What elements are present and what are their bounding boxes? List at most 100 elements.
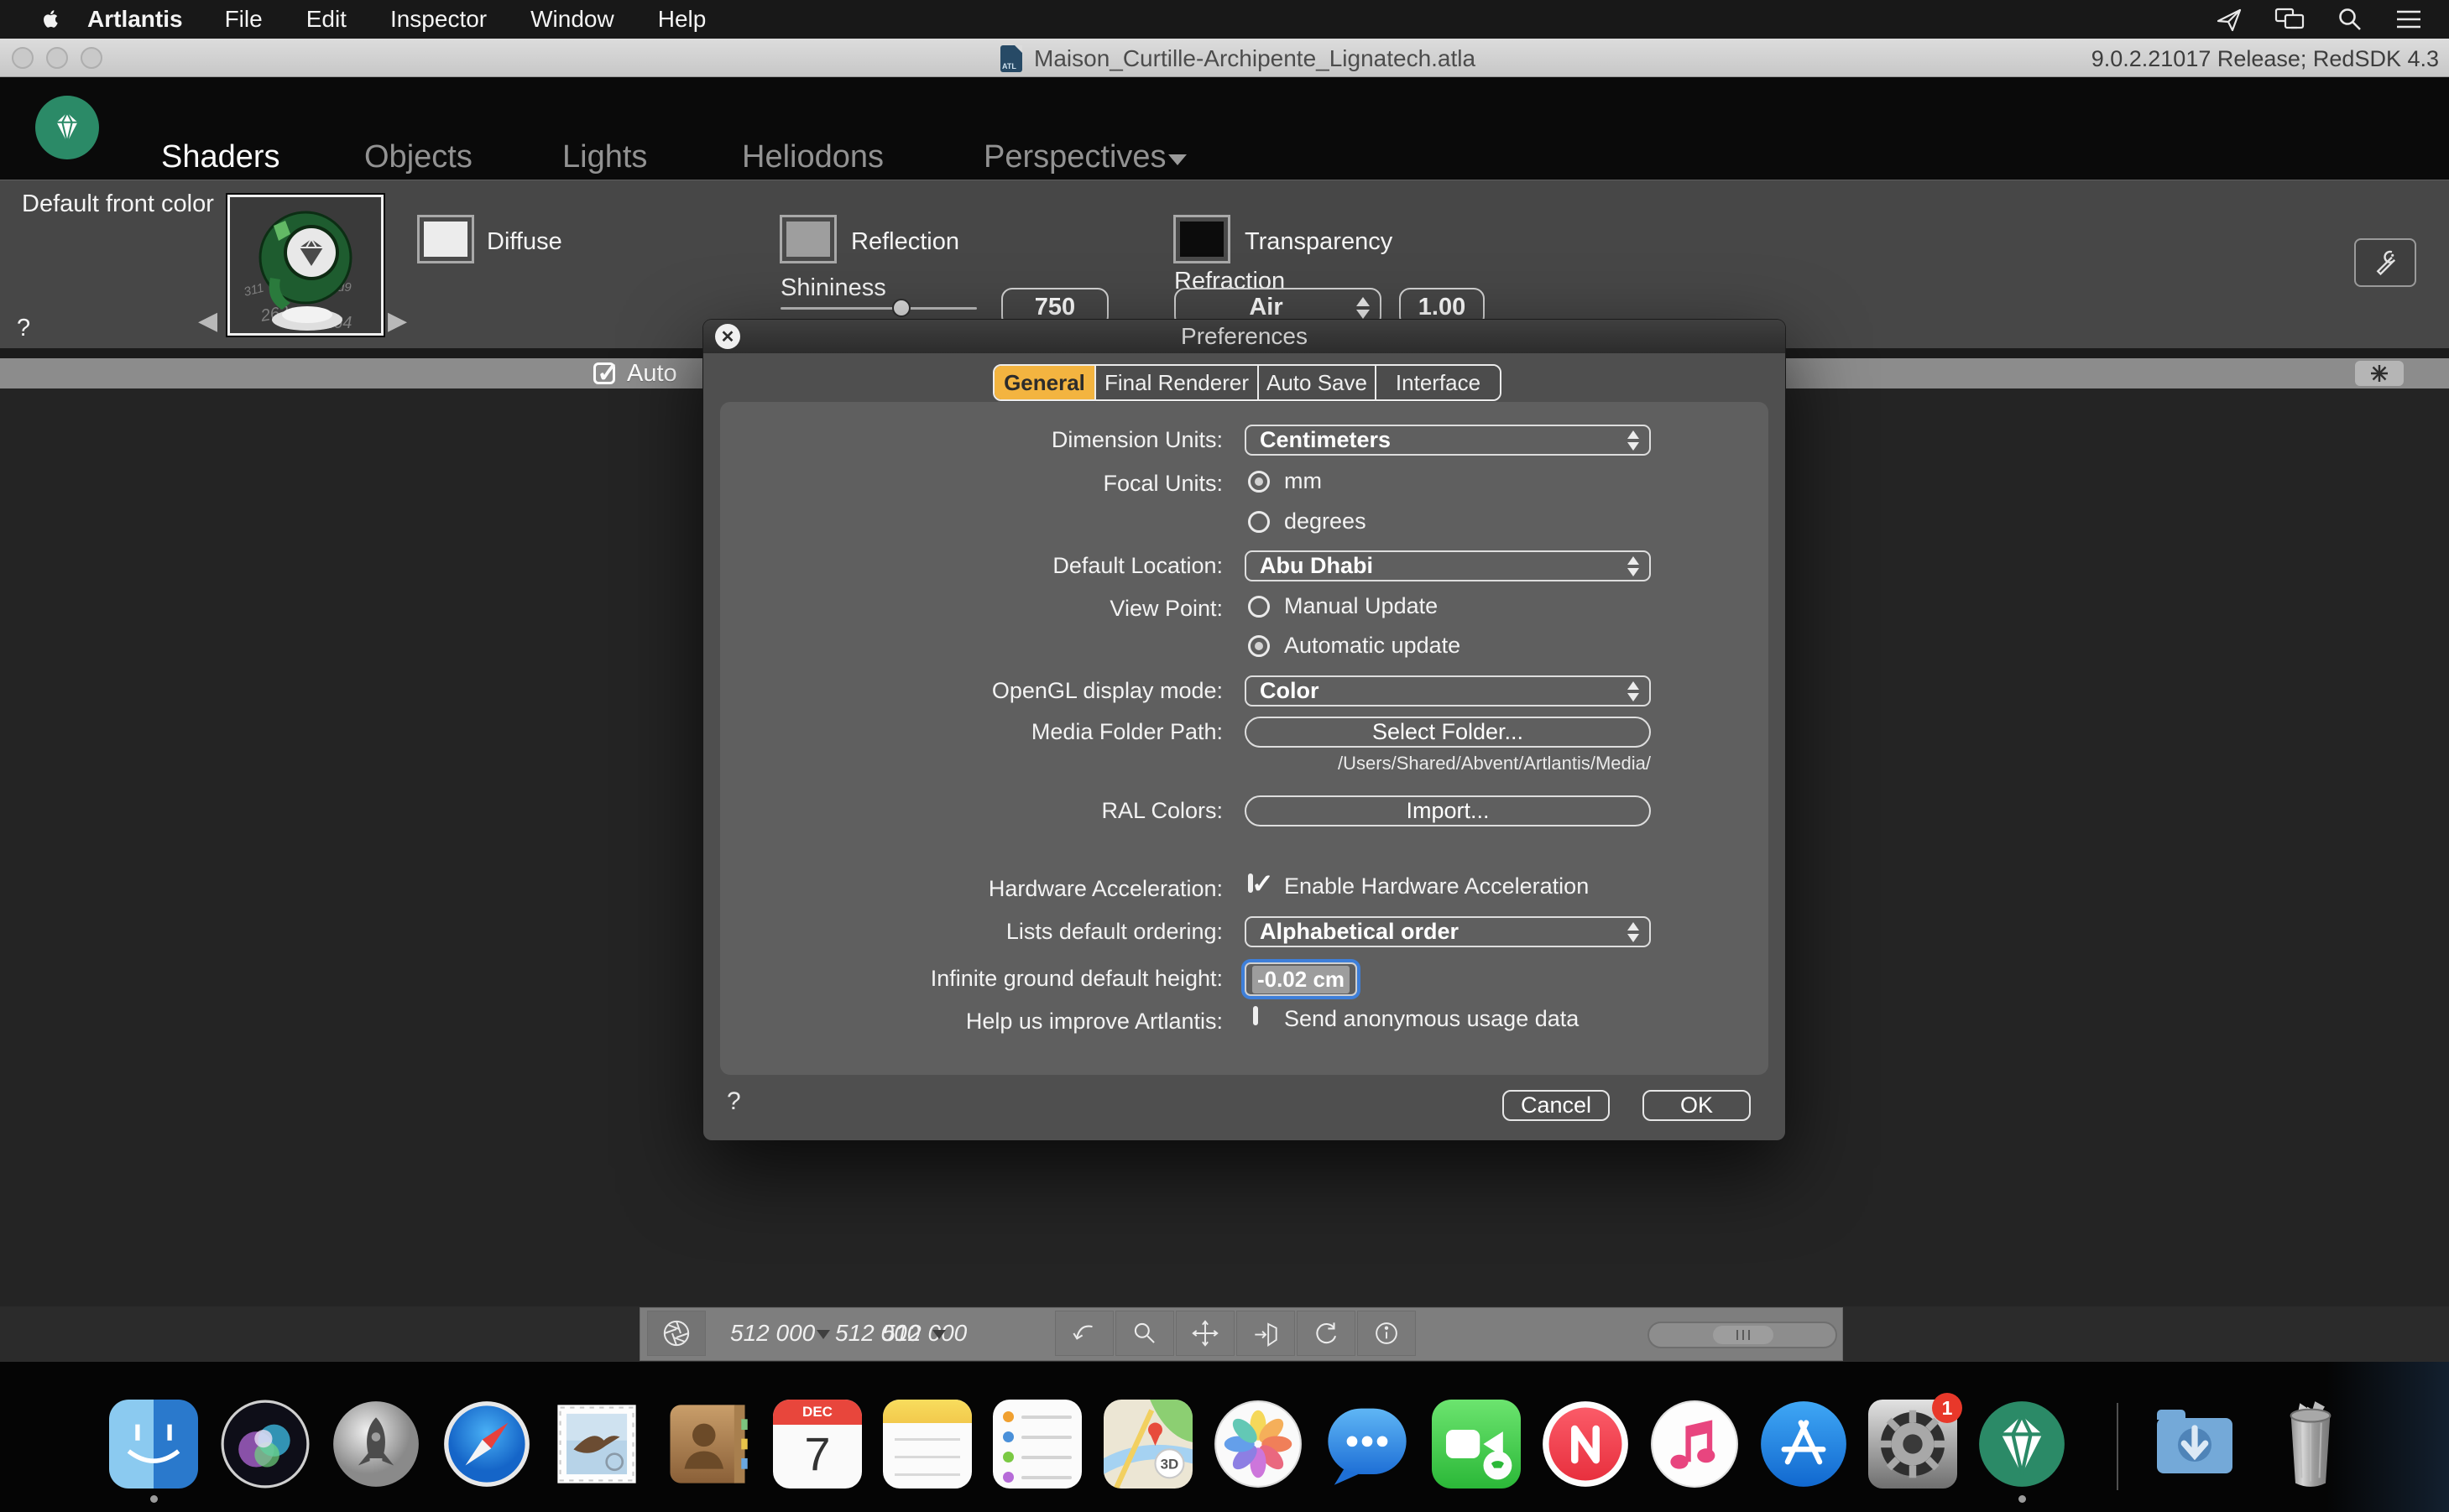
displays-icon[interactable]	[2274, 7, 2305, 32]
shininess-slider[interactable]	[781, 307, 977, 310]
scrollbar-thumb[interactable]	[1713, 1326, 1773, 1344]
tab-perspectives[interactable]: Perspectives	[984, 139, 1167, 175]
dock-calendar[interactable]: DEC 7	[773, 1400, 862, 1489]
dock-messages[interactable]	[1323, 1400, 1412, 1489]
tab-general[interactable]: General	[995, 366, 1094, 399]
dialog-help-button[interactable]: ?	[727, 1087, 741, 1116]
dock-photos[interactable]	[1214, 1400, 1303, 1489]
auto-checkbox[interactable]	[593, 362, 615, 384]
window-zoom-button[interactable]	[81, 47, 102, 69]
transparency-swatch[interactable]	[1173, 215, 1230, 263]
menu-window[interactable]: Window	[530, 6, 614, 33]
dialog-close-button[interactable]	[715, 324, 740, 349]
dimension-units-label: Dimension Units:	[703, 427, 1223, 453]
dock-news[interactable]	[1541, 1400, 1630, 1489]
media-folder-label: Media Folder Path:	[703, 719, 1223, 745]
dock-safari[interactable]	[442, 1400, 531, 1489]
shader-preview-thumbnail[interactable]: 311 262 264 d9	[227, 195, 384, 336]
tab-heliodons[interactable]: Heliodons	[742, 139, 884, 175]
tab-auto-save[interactable]: Auto Save	[1257, 366, 1375, 399]
opengl-select[interactable]: Color	[1245, 675, 1651, 706]
tab-objects[interactable]: Objects	[364, 139, 473, 175]
window-close-button[interactable]	[12, 47, 34, 69]
help-button[interactable]: ?	[17, 315, 30, 342]
select-folder-button[interactable]: Select Folder...	[1245, 717, 1651, 748]
tab-final-renderer[interactable]: Final Renderer	[1094, 366, 1257, 399]
share-plane-icon[interactable]	[2216, 6, 2243, 33]
spotlight-search-icon[interactable]	[2337, 6, 2363, 33]
dock-system-preferences[interactable]: 1	[1868, 1400, 1957, 1489]
dock-contacts[interactable]	[663, 1400, 752, 1489]
usage-data-checkbox[interactable]	[1253, 1006, 1258, 1025]
diffuse-swatch[interactable]	[417, 215, 474, 263]
coordinate-x-value[interactable]: 512 000	[730, 1320, 815, 1347]
render-aperture-button[interactable]	[647, 1311, 706, 1356]
dock-music[interactable]	[1650, 1400, 1739, 1489]
refresh-button[interactable]	[1297, 1311, 1355, 1356]
pan-tool-button[interactable]	[1176, 1311, 1235, 1356]
coordinate-z-value[interactable]: 512 000	[882, 1320, 967, 1347]
default-location-select[interactable]: Abu Dhabi	[1245, 550, 1651, 581]
dock-mail[interactable]	[552, 1400, 641, 1489]
focal-mm-radio[interactable]	[1248, 471, 1270, 493]
tab-lights[interactable]: Lights	[562, 139, 647, 175]
view-auto-radio[interactable]	[1248, 635, 1270, 657]
projection-button[interactable]	[1236, 1311, 1295, 1356]
safari-icon	[442, 1400, 531, 1489]
messages-icon	[1323, 1400, 1412, 1489]
improve-label: Help us improve Artlantis:	[703, 1009, 1223, 1035]
mail-icon	[552, 1400, 641, 1489]
lists-ordering-select[interactable]: Alphabetical order	[1245, 916, 1651, 947]
tab-interface[interactable]: Interface	[1375, 366, 1500, 399]
dock-reminders[interactable]	[993, 1400, 1082, 1489]
ground-height-field[interactable]: -0.02 cm	[1245, 962, 1357, 996]
dimension-units-select[interactable]: Centimeters	[1245, 425, 1651, 456]
dock-maps[interactable]: 3D	[1104, 1400, 1193, 1489]
coordinate-dropdown-icon-2[interactable]	[932, 1330, 946, 1339]
ok-button[interactable]: OK	[1642, 1090, 1751, 1121]
window-titlebar[interactable]: ATL Maison_Curtille-Archipente_Lignatech…	[0, 39, 2449, 77]
undo-button[interactable]	[1055, 1311, 1114, 1356]
menu-help[interactable]: Help	[658, 6, 707, 33]
prev-shader-arrow-icon[interactable]: ◀	[198, 306, 217, 336]
menu-list-icon[interactable]	[2395, 8, 2422, 31]
opengl-label: OpenGL display mode:	[703, 678, 1223, 704]
tab-shaders[interactable]: Shaders	[161, 139, 280, 175]
apple-menu[interactable]	[39, 7, 64, 36]
dock-artlantis[interactable]	[1977, 1400, 2066, 1489]
coordinate-dropdown-icon[interactable]	[817, 1330, 830, 1339]
dock-finder[interactable]	[109, 1400, 198, 1489]
menu-artlantis[interactable]: Artlantis	[87, 6, 183, 33]
dock-downloads[interactable]	[2150, 1400, 2239, 1489]
dock-trash[interactable]	[2266, 1400, 2355, 1489]
menu-inspector[interactable]: Inspector	[390, 6, 487, 33]
dock-facetime[interactable]	[1432, 1400, 1521, 1489]
info-button[interactable]	[1357, 1311, 1416, 1356]
menu-file[interactable]: File	[225, 6, 263, 33]
shininess-slider-thumb[interactable]	[892, 299, 911, 317]
dimension-units-value: Centimeters	[1260, 427, 1391, 453]
preview-quality-button[interactable]	[2355, 361, 2404, 386]
dock-siri[interactable]	[221, 1400, 310, 1489]
zoom-tool-button[interactable]	[1115, 1311, 1174, 1356]
select-folder-label: Select Folder...	[1372, 719, 1523, 745]
reflection-swatch[interactable]	[780, 215, 837, 263]
auto-label: Auto	[627, 360, 677, 388]
tools-button[interactable]	[2354, 238, 2416, 287]
facetime-icon	[1432, 1400, 1521, 1489]
next-shader-arrow-icon[interactable]: ▶	[388, 306, 407, 336]
import-button[interactable]: Import...	[1245, 795, 1651, 826]
dialog-titlebar[interactable]: Preferences	[703, 320, 1785, 353]
dock-launchpad[interactable]	[332, 1400, 420, 1489]
hardware-acceleration-checkbox[interactable]	[1248, 873, 1253, 893]
focal-degrees-radio[interactable]	[1248, 511, 1270, 533]
perspectives-caret-icon[interactable]	[1168, 154, 1187, 165]
dock-app-store[interactable]	[1759, 1400, 1848, 1489]
cancel-button[interactable]: Cancel	[1502, 1090, 1610, 1121]
window-minimize-button[interactable]	[46, 47, 68, 69]
horizontal-scrollbar[interactable]	[1647, 1322, 1837, 1348]
menu-edit[interactable]: Edit	[306, 6, 347, 33]
view-manual-radio[interactable]	[1248, 596, 1270, 618]
dock-notes[interactable]	[883, 1400, 972, 1489]
rotate-icon	[1310, 1317, 1342, 1349]
